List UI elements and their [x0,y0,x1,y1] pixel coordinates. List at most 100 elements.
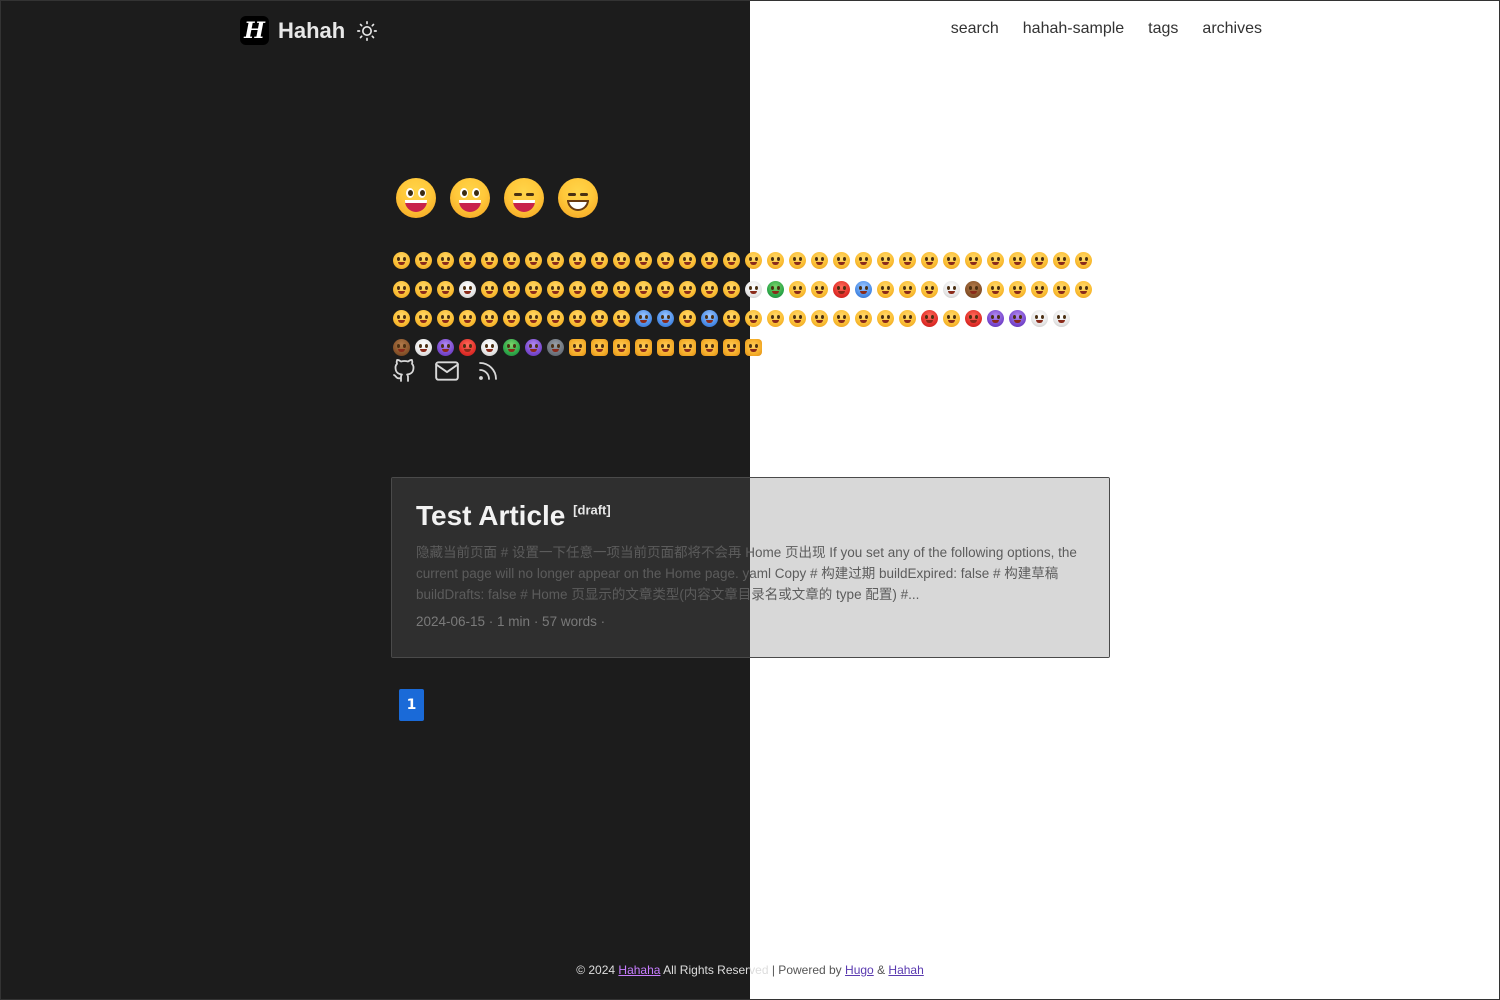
nav-tags[interactable]: tags [1148,20,1178,38]
nav-hahah-sample[interactable]: hahah-sample [1023,20,1124,38]
emoji-icon [1053,252,1070,269]
emoji-icon [459,339,476,356]
emoji-icon [569,252,586,269]
emoji-icon [503,310,520,327]
emoji-icon [569,310,586,327]
emoji-icon [855,252,872,269]
emoji-icon [613,252,630,269]
emoji-icon [437,252,454,269]
emoji-icon [789,252,806,269]
nav-archives[interactable]: archives [1202,20,1262,38]
emoji-icon [525,339,542,356]
emoji-icon [635,339,652,356]
emoji-icon [723,339,740,356]
emoji-icon [525,281,542,298]
site-logo[interactable]: H Hahah [240,16,378,45]
site-footer: © 2024 Hahaha All Rights Reserved | Powe… [0,963,1500,977]
emoji-icon [1053,310,1070,327]
emoji-grid [393,252,1103,356]
emoji-icon [679,339,696,356]
emoji-icon [899,281,916,298]
emoji-icon [877,310,894,327]
emoji-icon [723,252,740,269]
footer-site-link[interactable]: Hahaha [618,963,660,977]
emoji-icon [481,339,498,356]
post-title[interactable]: Test Article [draft] [416,500,611,532]
grinning-face-open-mouth-emoji [450,178,490,218]
main-nav: search hahah-sample tags archives [951,20,1262,38]
emoji-icon [415,281,432,298]
emoji-icon [877,281,894,298]
mail-icon[interactable] [434,358,459,384]
emoji-icon [679,252,696,269]
emoji-icon [393,252,410,269]
emoji-icon [943,281,960,298]
emoji-icon [767,281,784,298]
emoji-icon [569,339,586,356]
post-card[interactable]: Test Article [draft] 隐藏当前页面 # 设置一下任意一项当前… [391,477,1110,658]
emoji-icon [855,281,872,298]
emoji-icon [437,281,454,298]
logo-mark: H [240,16,269,45]
emoji-icon [701,281,718,298]
emoji-icon [745,281,762,298]
emoji-icon [1031,310,1048,327]
emoji-icon [811,310,828,327]
page-1-button[interactable]: 1 [399,689,424,721]
emoji-icon [899,310,916,327]
emoji-icon [547,310,564,327]
footer-hugo-link[interactable]: Hugo [845,963,874,977]
emoji-icon [415,339,432,356]
sun-icon[interactable] [357,20,378,41]
footer-theme-link[interactable]: Hahah [888,963,923,977]
emoji-icon [635,310,652,327]
nav-search[interactable]: search [951,20,999,38]
emoji-icon [481,310,498,327]
emoji-icon [833,281,850,298]
hero-emoji-row [396,178,598,218]
emoji-icon [393,339,410,356]
emoji-icon [525,310,542,327]
emoji-icon [701,339,718,356]
emoji-icon [613,281,630,298]
emoji-icon [987,310,1004,327]
emoji-icon [965,310,982,327]
emoji-icon [745,339,762,356]
rss-icon[interactable] [476,358,500,384]
github-icon[interactable] [392,358,416,384]
emoji-icon [921,310,938,327]
emoji-icon [657,252,674,269]
emoji-icon [547,281,564,298]
emoji-icon [415,310,432,327]
emoji-icon [415,252,432,269]
emoji-icon [811,281,828,298]
grinning-face-smiling-eyes-emoji [504,178,544,218]
emoji-icon [547,339,564,356]
emoji-icon [613,310,630,327]
emoji-icon [437,339,454,356]
emoji-icon [943,310,960,327]
footer-amp: & [877,963,886,977]
post-title-text: Test Article [416,500,566,531]
emoji-icon [657,339,674,356]
emoji-icon [591,281,608,298]
emoji-icon [437,310,454,327]
footer-light-part: | Powered by Hugo & Hahah [772,963,924,977]
emoji-icon [679,310,696,327]
emoji-icon [657,281,674,298]
post-summary: 隐藏当前页面 # 设置一下任意一项当前页面都将不会再 Home 页出现 If y… [416,545,1077,602]
emoji-icon [569,281,586,298]
site-header: H Hahah search hahah-sample tags archive… [240,14,1270,50]
emoji-icon [459,252,476,269]
emoji-icon [525,252,542,269]
emoji-icon [459,281,476,298]
emoji-icon [591,339,608,356]
footer-powered-by: | Powered by [771,963,842,977]
emoji-icon [635,252,652,269]
emoji-icon [393,281,410,298]
emoji-icon [943,252,960,269]
emoji-icon [899,252,916,269]
emoji-icon [987,281,1004,298]
emoji-icon [591,252,608,269]
emoji-icon [503,281,520,298]
